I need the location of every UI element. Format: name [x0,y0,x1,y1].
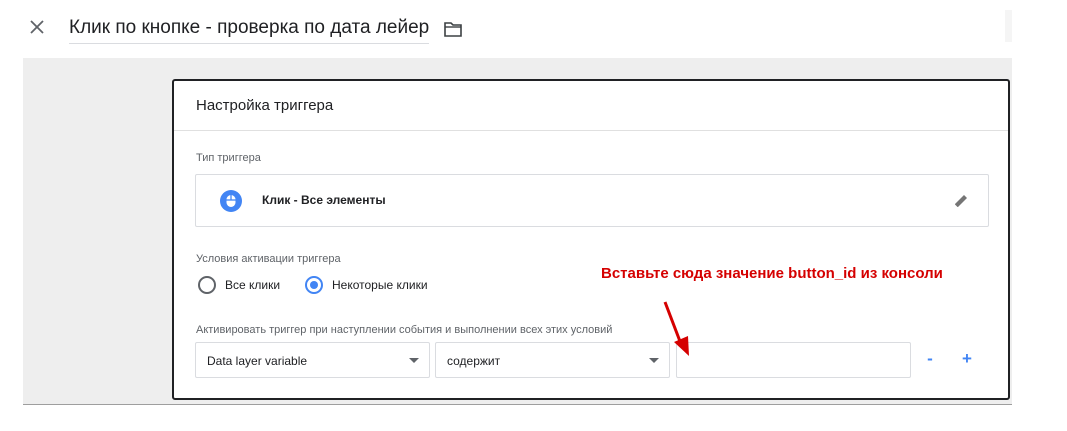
page: Клик по кнопке - проверка по дата лейер … [0,0,1067,431]
close-icon[interactable] [26,16,48,38]
toolbar-edge [1005,10,1012,42]
annotation-text: Вставьте сюда значение button_id из конс… [601,265,943,282]
activation-label: Условия активации триггера [196,253,341,265]
divider [23,404,1012,405]
radio-button[interactable] [198,276,216,294]
radio-label: Некоторые клики [332,278,428,292]
radio-label: Все клики [225,278,281,292]
chevron-down-icon [409,358,419,363]
condition-value-input[interactable] [676,342,911,378]
variable-value: Data layer variable [207,354,308,368]
remove-condition-button[interactable]: - [919,347,941,371]
arrow-annotation-icon [663,301,689,356]
top-bar: Клик по кнопке - проверка по дата лейер [0,0,1012,58]
card-header: Настройка триггера [174,81,1008,131]
variable-select[interactable]: Data layer variable [195,342,430,378]
card-title: Настройка триггера [196,97,334,114]
radio-all-clicks[interactable]: Все клики [198,276,280,294]
trigger-config-card: Настройка триггера Тип триггера Клик - В… [172,79,1010,400]
operator-value: содержит [447,354,501,368]
radio-some-clicks[interactable]: Некоторые клики [305,276,428,294]
trigger-type-value: Клик - Все элементы [262,193,386,207]
radio-button-checked[interactable] [305,276,323,294]
trigger-name[interactable]: Клик по кнопке - проверка по дата лейер [69,13,430,44]
mouse-icon [220,190,242,212]
conditions-label: Активировать триггер при наступлении соб… [196,324,613,336]
title-field[interactable]: Клик по кнопке - проверка по дата лейер [69,12,463,44]
folder-icon[interactable] [443,20,463,38]
trigger-type-selector[interactable]: Клик - Все элементы [195,174,989,227]
pencil-icon[interactable] [952,192,970,210]
trigger-type-label: Тип триггера [196,152,261,164]
add-condition-button[interactable]: + [956,347,978,371]
operator-select[interactable]: содержит [435,342,670,378]
